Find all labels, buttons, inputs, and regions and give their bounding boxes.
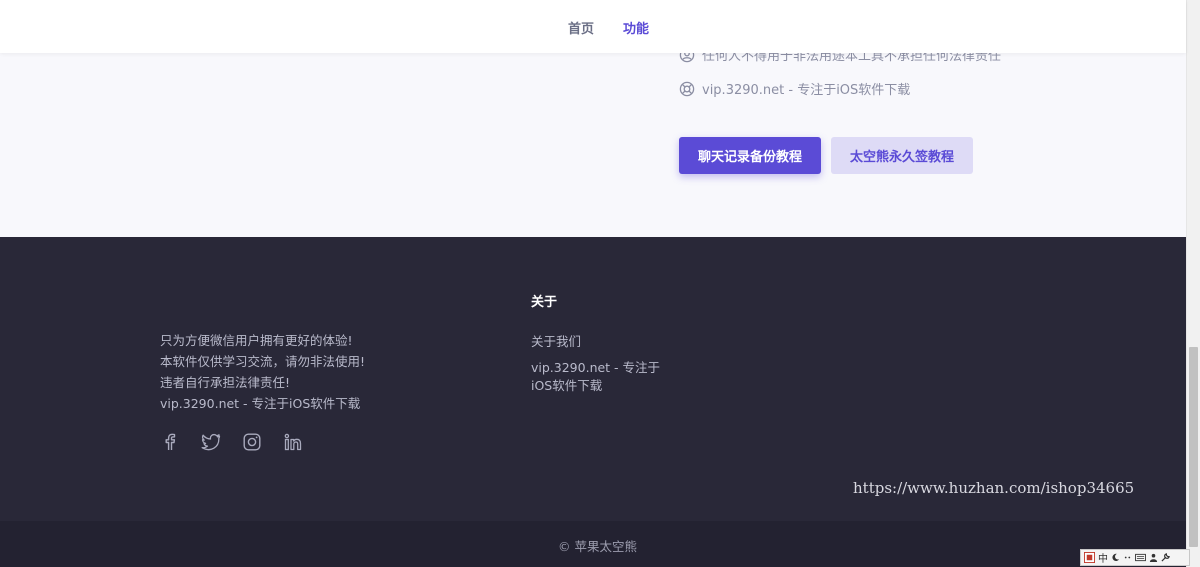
twitter-icon[interactable]	[201, 432, 221, 452]
wrench-icon[interactable]	[1161, 553, 1170, 562]
social-links	[160, 432, 303, 452]
moon-icon[interactable]	[1111, 553, 1120, 562]
copyright-bar: © 苹果太空熊	[0, 521, 1186, 567]
vertical-scrollbar[interactable]	[1186, 0, 1200, 567]
user-icon[interactable]	[1149, 553, 1158, 562]
feature-item-text: vip.3290.net - 专注于iOS软件下载	[702, 83, 911, 98]
scrollbar-thumb[interactable]	[1189, 347, 1198, 547]
linkedin-icon[interactable]	[283, 432, 303, 452]
punctuation-icon[interactable]	[1123, 553, 1132, 562]
footer: 只为方便微信用户拥有更好的体验! 本软件仅供学习交流，请勿非法使用! 违者自行承…	[0, 237, 1186, 521]
about-site-text: vip.3290.net - 专注于iOS软件下载	[531, 360, 661, 393]
chat-backup-tutorial-button[interactable]: 聊天记录备份教程	[679, 137, 821, 174]
ime-logo-icon[interactable]	[1084, 552, 1095, 563]
feature-item: 任何人不得用于非法用途本工具不承担任何法律责任	[679, 53, 1001, 64]
instagram-icon[interactable]	[242, 432, 262, 452]
ime-mode-label[interactable]: 中	[1098, 550, 1108, 565]
features-section: 任何人不得用于非法用途本工具不承担任何法律责任 vip.3290.net - 专…	[0, 53, 1186, 237]
nav-link-home[interactable]: 首页	[568, 18, 594, 37]
permanent-sign-tutorial-button[interactable]: 太空熊永久签教程	[831, 137, 973, 174]
footer-description-line: vip.3290.net - 专注于iOS软件下载	[160, 396, 361, 411]
footer-description-line: 本软件仅供学习交流，请勿非法使用!	[160, 354, 366, 369]
footer-description-line: 违者自行承担法律责任!	[160, 375, 291, 390]
feature-item-text: 任何人不得用于非法用途本工具不承担任何法律责任	[702, 53, 1002, 64]
user-circle-icon	[679, 53, 695, 63]
feature-item: vip.3290.net - 专注于iOS软件下载	[679, 79, 910, 98]
footer-description: 只为方便微信用户拥有更好的体验! 本软件仅供学习交流，请勿非法使用! 违者自行承…	[160, 330, 365, 414]
about-us-link[interactable]: 关于我们	[531, 331, 581, 350]
top-navbar: 首页 功能	[0, 0, 1186, 53]
facebook-icon[interactable]	[160, 432, 180, 452]
keyboard-icon[interactable]	[1135, 553, 1146, 562]
copyright-text: © 苹果太空熊	[558, 539, 637, 554]
footer-description-line: 只为方便微信用户拥有更好的体验!	[160, 333, 353, 348]
ime-toolbar[interactable]: 中	[1080, 549, 1190, 566]
lifebuoy-icon	[679, 81, 695, 97]
nav-link-features[interactable]: 功能	[623, 18, 649, 37]
about-heading: 关于	[531, 295, 558, 310]
watermark-url: https://www.huzhan.com/ishop34665	[853, 479, 1135, 497]
